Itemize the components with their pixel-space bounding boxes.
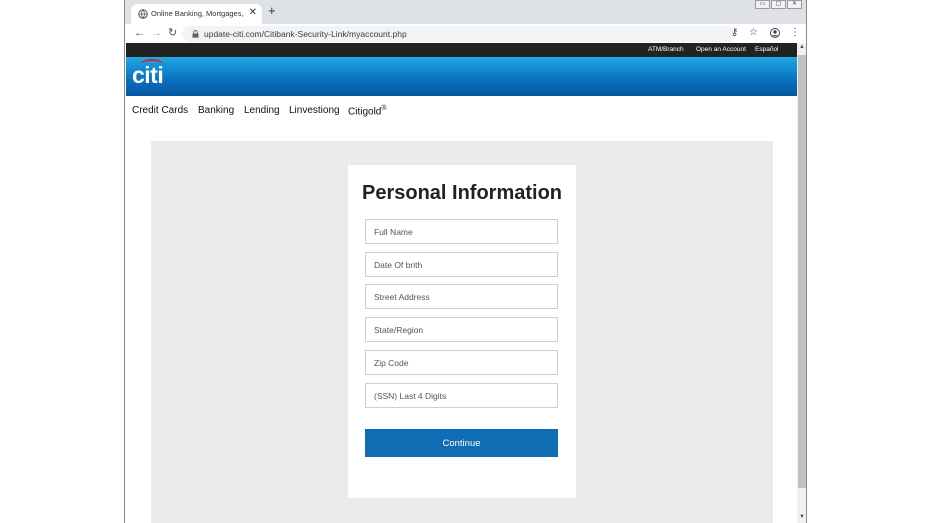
content-area: Personal Information Continue xyxy=(151,141,773,523)
ssn-last4-input[interactable] xyxy=(365,383,558,408)
reload-icon[interactable]: ↻ xyxy=(168,27,177,39)
globe-icon xyxy=(138,9,148,19)
utility-bar: ATM/Branch Open an Account Español xyxy=(126,43,797,57)
tab-strip: Online Banking, Mortgages, Pers ✕ + ▭ ▢ … xyxy=(125,0,806,24)
tab-title: Online Banking, Mortgages, Pers xyxy=(151,9,245,18)
window-controls: ▭ ▢ ✕ xyxy=(755,0,802,9)
zip-code-input[interactable] xyxy=(365,350,558,375)
registered-mark: ® xyxy=(381,105,387,112)
profile-icon[interactable] xyxy=(770,28,780,38)
star-icon[interactable]: ☆ xyxy=(749,27,758,39)
new-tab-button[interactable]: + xyxy=(268,4,276,18)
scroll-up-icon[interactable]: ▲ xyxy=(799,44,805,50)
nav-banking[interactable]: Banking xyxy=(198,105,234,116)
page-viewport: ATM/Branch Open an Account Español citi … xyxy=(126,43,797,523)
menu-kebab-icon[interactable]: ⋮ xyxy=(790,27,800,39)
nav-citigold-label: Citigold xyxy=(348,106,382,118)
street-address-input[interactable] xyxy=(365,284,558,309)
atm-branch-link[interactable]: ATM/Branch xyxy=(648,46,684,53)
page-scrollbar[interactable]: ▲ ▼ xyxy=(797,43,806,523)
continue-button[interactable]: Continue xyxy=(365,429,558,457)
nav-lending[interactable]: Lending xyxy=(244,105,280,116)
tab-close-icon[interactable]: ✕ xyxy=(249,7,257,19)
citi-logo[interactable]: citi xyxy=(132,62,164,89)
scrollbar-thumb[interactable] xyxy=(798,55,806,488)
forward-arrow-icon[interactable]: → xyxy=(151,27,162,39)
nav-credit-cards[interactable]: Credit Cards xyxy=(132,105,188,116)
scroll-down-icon[interactable]: ▼ xyxy=(799,514,805,520)
nav-investing[interactable]: Linvestiong xyxy=(289,105,340,116)
full-name-input[interactable] xyxy=(365,219,558,244)
close-window-button[interactable]: ✕ xyxy=(787,0,802,9)
state-region-input[interactable] xyxy=(365,317,558,342)
minimize-button[interactable]: ▭ xyxy=(755,0,770,9)
maximize-button[interactable]: ▢ xyxy=(771,0,786,9)
espanol-link[interactable]: Español xyxy=(755,46,779,53)
form-title: Personal Information xyxy=(361,182,563,204)
browser-tab[interactable]: Online Banking, Mortgages, Pers ✕ xyxy=(131,4,262,24)
url-text[interactable]: update-citi.com/Citibank-Security-Link/m… xyxy=(204,29,407,39)
header-banner: citi xyxy=(126,57,797,96)
back-arrow-icon[interactable]: ← xyxy=(134,27,145,39)
browser-toolbar: ← → ↻ update-citi.com/Citibank-Security-… xyxy=(125,24,806,43)
lock-icon xyxy=(192,30,199,38)
browser-window: Online Banking, Mortgages, Pers ✕ + ▭ ▢ … xyxy=(124,0,807,523)
open-account-link[interactable]: Open an Account xyxy=(696,46,746,53)
address-bar[interactable]: update-citi.com/Citibank-Security-Link/m… xyxy=(182,26,735,42)
nav-citigold[interactable]: Citigold® xyxy=(348,105,387,117)
personal-info-card: Personal Information Continue xyxy=(348,165,576,498)
key-icon[interactable]: ⚷ xyxy=(731,27,738,39)
date-of-birth-input[interactable] xyxy=(365,252,558,277)
